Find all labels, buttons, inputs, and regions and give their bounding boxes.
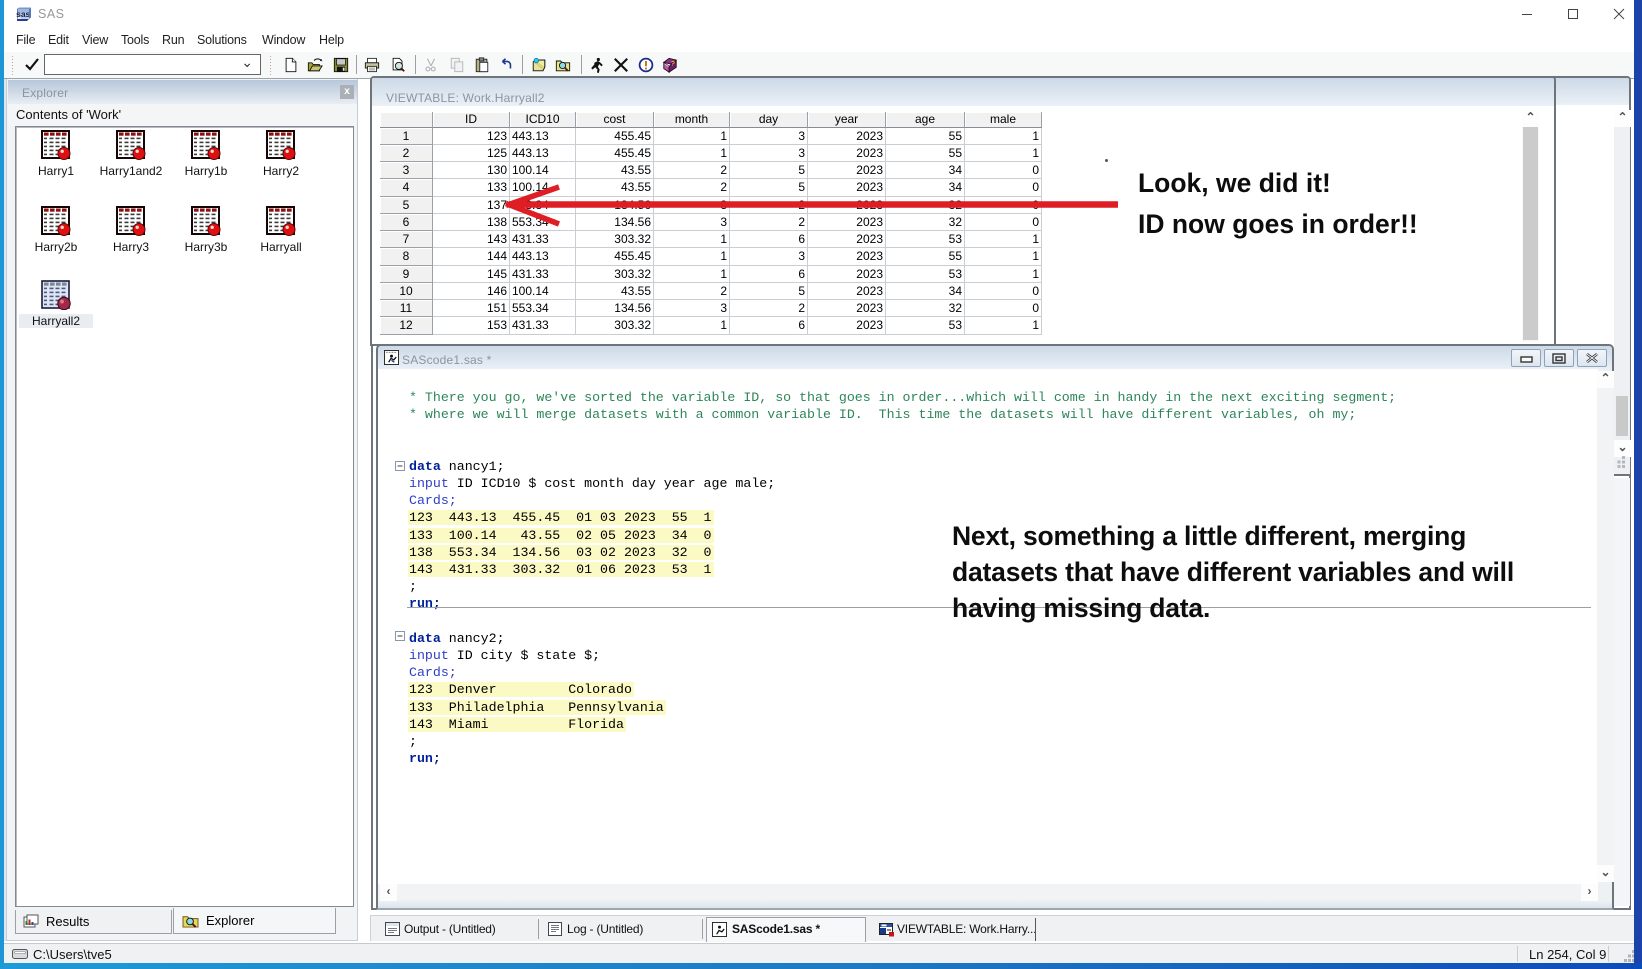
svg-text:sas: sas [16, 9, 30, 19]
